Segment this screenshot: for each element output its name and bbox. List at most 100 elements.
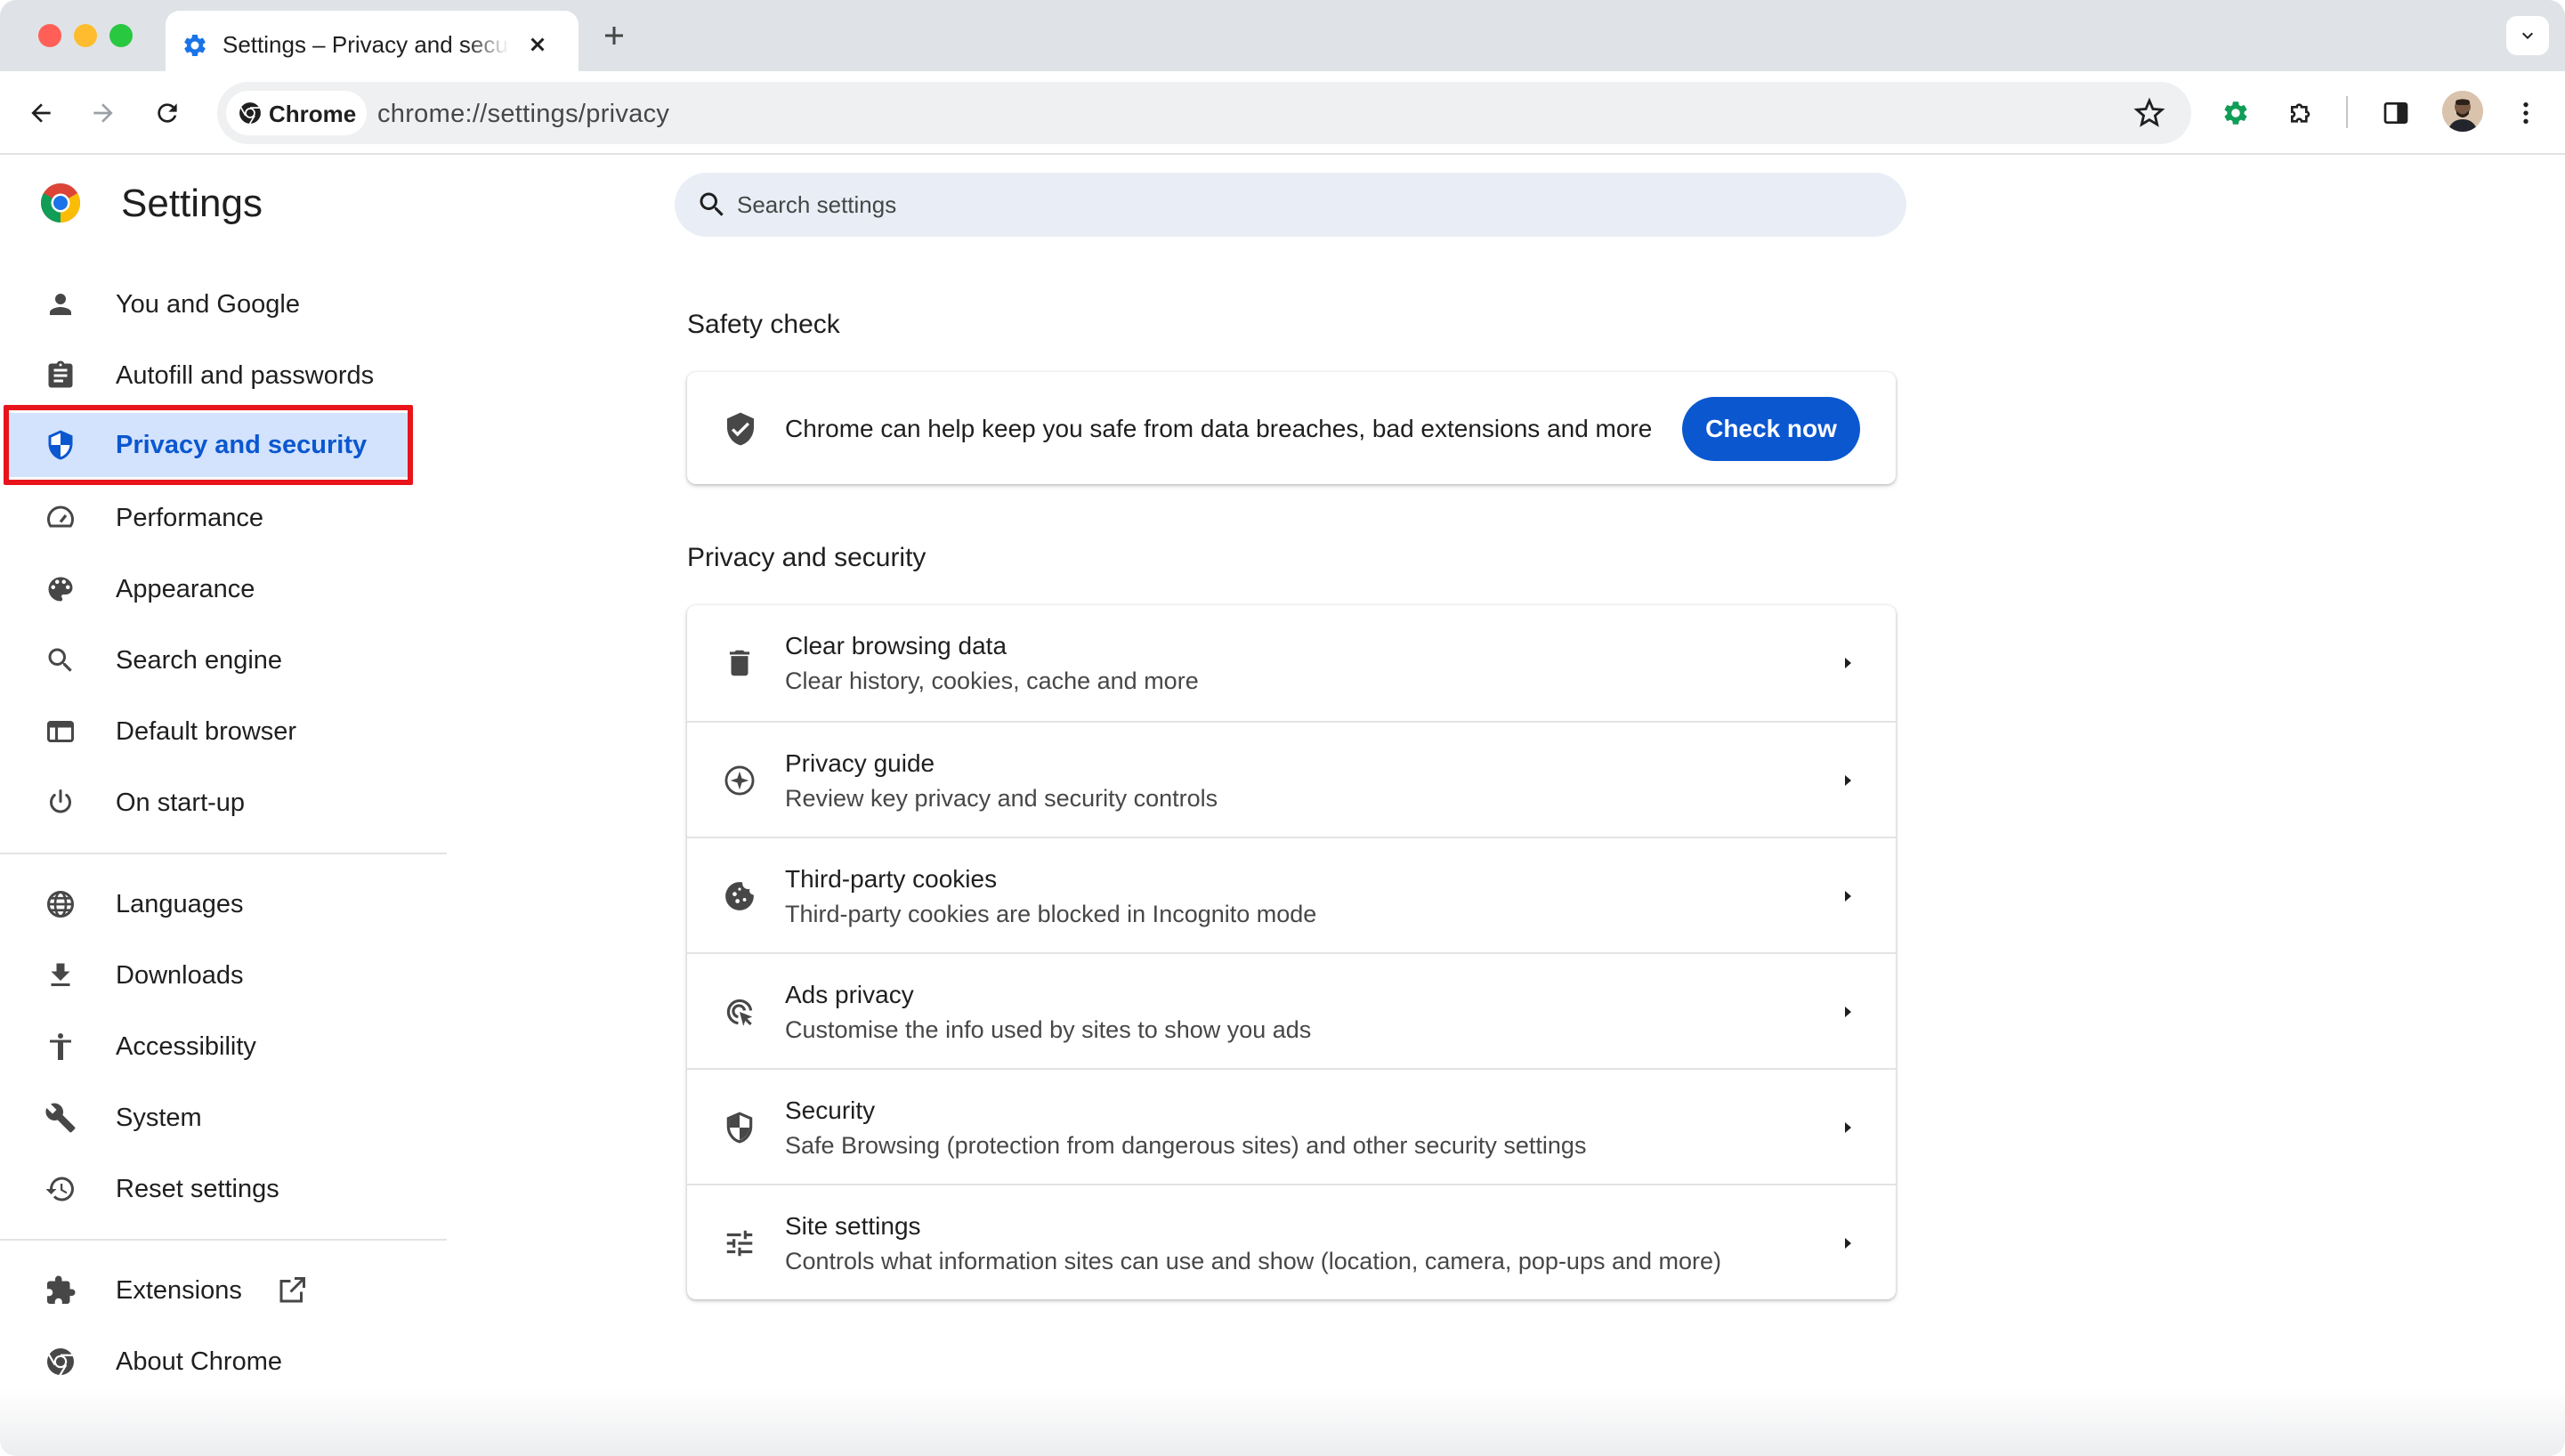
arrow-right-icon [1837,1233,1858,1254]
external-link-icon [276,1274,308,1306]
sidebar-item-label: Accessibility [116,1032,256,1061]
download-icon [45,959,77,991]
row-third-party-cookies[interactable]: Third-party cookies Third-party cookies … [687,837,1896,952]
globe-icon [45,888,77,920]
safety-check-text: Chrome can help keep you safe from data … [785,415,1653,442]
sidebar-item-on-startup[interactable]: On start-up [0,771,409,835]
sidebar-item-system[interactable]: System [0,1086,409,1150]
browser-window: Settings – Privacy and security Chrome c… [0,0,2565,1456]
shield-half-icon [723,1111,757,1145]
sidebar-item-accessibility[interactable]: Accessibility [0,1015,409,1079]
history-icon [45,1173,77,1205]
row-subtitle: Controls what information sites can use … [785,1248,1722,1274]
address-chip-label: Chrome [269,101,357,127]
shield-check-icon [723,411,758,447]
search-icon [696,189,728,221]
sidebar-item-label: Languages [116,890,244,918]
toolbar-divider [2346,96,2348,128]
sidebar-item-downloads[interactable]: Downloads [0,943,409,1007]
maximize-window-button[interactable] [109,24,133,47]
accessibility-icon [45,1031,77,1063]
new-tab-icon[interactable] [596,18,632,53]
close-window-button[interactable] [38,24,61,47]
close-tab-icon[interactable] [522,28,554,61]
sidebar-item-label: Default browser [116,717,297,746]
sidebar-item-label: Performance [116,504,264,532]
arrow-right-icon [1837,886,1858,907]
row-ads-privacy[interactable]: Ads privacy Customise the info used by s… [687,952,1896,1068]
gear-icon [182,32,208,59]
clipboard-icon [45,360,77,392]
wrench-icon [45,1102,77,1134]
sidebar-item-label: Downloads [116,961,244,990]
browser-window-icon [45,716,77,748]
forward-arrow-icon[interactable] [84,93,123,133]
check-now-button[interactable]: Check now [1682,397,1860,461]
sidebar-item-label: About Chrome [116,1347,282,1376]
privacy-security-heading: Privacy and security [687,543,926,572]
row-subtitle: Review key privacy and security controls [785,785,1218,812]
sliders-icon [723,1226,757,1260]
arrow-right-icon [1837,652,1858,674]
page-title: Settings [121,182,263,225]
sidebar-item-label: Autofill and passwords [116,361,375,390]
person-icon [45,288,77,320]
sidebar-item-label: On start-up [116,789,246,817]
avatar[interactable] [2442,91,2483,132]
chrome-logo-icon [239,101,262,125]
minimize-window-button[interactable] [74,24,97,47]
tab-search-button[interactable] [2506,16,2549,55]
safety-check-card: Chrome can help keep you safe from data … [687,372,1896,484]
row-site-settings[interactable]: Site settings Controls what information … [687,1184,1896,1299]
sidebar-item-autofill[interactable]: Autofill and passwords [0,344,409,408]
row-title: Third-party cookies [785,865,998,893]
row-subtitle: Clear history, cookies, cache and more [785,667,1199,694]
settings-page: Settings You and Google Autofill and pas… [0,155,2565,1456]
search-input[interactable] [737,173,1876,237]
search-settings-bar[interactable] [675,173,1906,237]
url-text[interactable]: chrome://settings/privacy [377,100,669,129]
toolbar: Chrome chrome://settings/privacy [0,71,2565,155]
sidebar-item-reset-settings[interactable]: Reset settings [0,1157,409,1221]
sidebar-item-privacy-and-security[interactable]: Privacy and security [9,413,408,477]
row-security[interactable]: Security Safe Browsing (protection from … [687,1068,1896,1184]
sidebar-item-search-engine[interactable]: Search engine [0,628,409,692]
sidebar-item-label: Appearance [116,575,255,603]
privacy-security-card: Clear browsing data Clear history, cooki… [687,605,1896,1299]
compass-icon [723,764,757,797]
side-panel-icon[interactable] [2376,93,2415,133]
sidebar-item-performance[interactable]: Performance [0,486,409,550]
ads-target-icon [723,995,757,1029]
row-subtitle: Safe Browsing (protection from dangerous… [785,1132,1587,1159]
row-title: Ads privacy [785,981,914,1008]
cookie-icon [723,879,757,913]
kebab-menu-icon[interactable] [2506,93,2545,133]
sidebar-divider [0,853,447,854]
sidebar-item-label: Search engine [116,646,283,675]
sidebar-item-default-browser[interactable]: Default browser [0,700,409,764]
sidebar-item-label: You and Google [116,290,300,319]
sidebar-item-languages[interactable]: Languages [0,872,409,936]
sidebar-item-appearance[interactable]: Appearance [0,557,409,621]
sidebar-item-extensions[interactable]: Extensions [0,1258,409,1323]
arrow-right-icon [1837,1117,1858,1138]
extension-gear-icon[interactable] [2216,93,2255,133]
arrow-right-icon [1837,1001,1858,1023]
shield-icon [45,429,77,461]
puzzle-icon[interactable] [2282,93,2321,133]
sidebar-item-about-chrome[interactable]: About Chrome [0,1330,409,1394]
tab-title: Settings – Privacy and security [223,31,509,58]
chevron-down-icon [2506,25,2549,46]
tab-settings[interactable]: Settings – Privacy and security [166,11,579,73]
sidebar-item-label: Extensions [116,1276,242,1305]
row-privacy-guide[interactable]: Privacy guide Review key privacy and sec… [687,721,1896,837]
reload-icon[interactable] [148,93,187,133]
bookmark-star-icon[interactable] [2131,94,2168,132]
chrome-icon [45,1346,77,1378]
sidebar-item-you-and-google[interactable]: You and Google [0,272,409,336]
chrome-icon [39,182,82,224]
back-arrow-icon[interactable] [21,93,61,133]
address-bar[interactable]: Chrome chrome://settings/privacy [217,82,2191,144]
row-clear-browsing-data[interactable]: Clear browsing data Clear history, cooki… [687,605,1896,721]
safety-check-heading: Safety check [687,310,840,339]
